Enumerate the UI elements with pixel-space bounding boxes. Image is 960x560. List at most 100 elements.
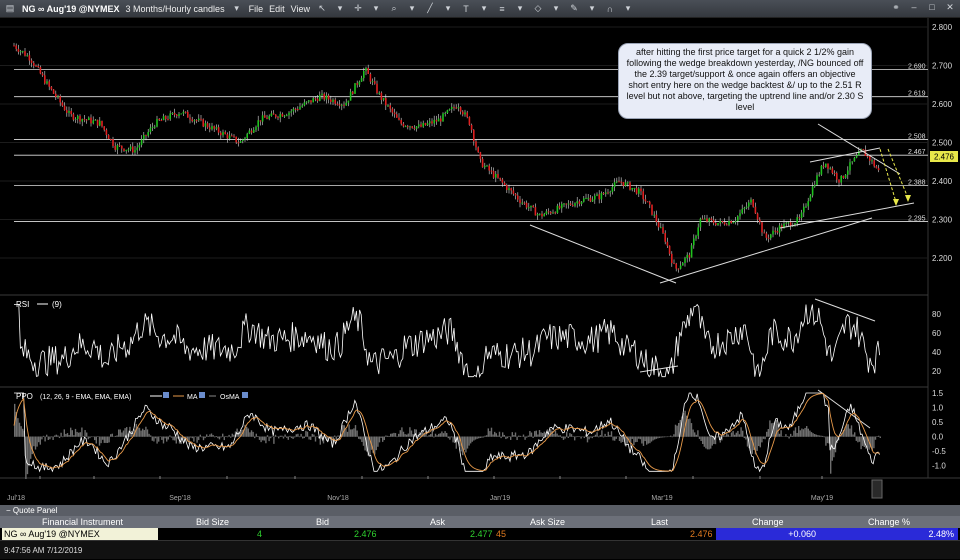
- osma-bar: [96, 437, 97, 444]
- col-ask[interactable]: Ask: [430, 516, 445, 528]
- osma-bar: [60, 433, 61, 437]
- candle-body: [722, 221, 724, 222]
- candle-body: [502, 179, 504, 182]
- chevron-down-icon[interactable]: ▾: [334, 3, 346, 14]
- candle-body: [620, 182, 622, 183]
- osma-bar: [252, 432, 253, 437]
- candle-body: [156, 119, 158, 127]
- osma-bar: [409, 427, 410, 437]
- osma-bar: [190, 437, 191, 438]
- candle-body: [246, 134, 248, 138]
- osma-bar: [446, 433, 447, 437]
- chevron-down-icon[interactable]: ▾: [514, 3, 526, 14]
- candle-body: [612, 187, 614, 192]
- candle-body: [40, 67, 42, 73]
- chevron-down-icon[interactable]: ▾: [478, 3, 490, 14]
- candle-body: [187, 112, 189, 118]
- osma-bar: [230, 437, 231, 438]
- candle-body: [207, 123, 209, 127]
- chevron-down-icon[interactable]: ▾: [586, 3, 598, 14]
- osma-bar: [763, 437, 764, 439]
- level-label: 2.388: [908, 180, 926, 187]
- candle-body: [524, 203, 526, 204]
- col-ask-size[interactable]: Ask Size: [530, 516, 565, 528]
- magnet-icon[interactable]: ∩: [604, 4, 616, 14]
- chevron-down-icon[interactable]: ▾: [406, 3, 418, 14]
- osma-bar: [288, 437, 289, 440]
- draw-icon[interactable]: ✎: [568, 3, 580, 14]
- osma-bar: [724, 436, 725, 437]
- chevron-down-icon[interactable]: ▾: [231, 3, 243, 14]
- maximize-icon[interactable]: □: [926, 2, 938, 13]
- chevron-down-icon[interactable]: ▾: [550, 3, 562, 14]
- candle-body: [392, 109, 394, 113]
- chevron-down-icon[interactable]: ▾: [622, 3, 634, 14]
- candle-body: [161, 120, 163, 121]
- col-bid-size[interactable]: Bid Size: [196, 516, 229, 528]
- osma-checkbox[interactable]: [242, 392, 248, 398]
- col-change[interactable]: Change: [752, 516, 784, 528]
- candle-body: [812, 186, 814, 195]
- candle-body: [301, 105, 303, 106]
- candle-body: [268, 116, 270, 119]
- osma-bar: [766, 432, 767, 437]
- status-timestamp: 9:47:56 AM 7/12/2019: [4, 546, 82, 555]
- candle-body: [609, 192, 611, 193]
- quote-row[interactable]: NG ∞ Aug'19 @NYMEX 4 2.476 2.477 45 2.47…: [0, 528, 960, 540]
- shape-icon[interactable]: ◇: [532, 3, 544, 14]
- osma-bar: [313, 435, 314, 437]
- pointer-icon[interactable]: ↖: [316, 3, 328, 14]
- osma-bar: [705, 437, 706, 449]
- chart-menu-icon[interactable]: ▤: [4, 3, 16, 14]
- osma-bar: [70, 428, 71, 437]
- row-change: +0.060: [716, 528, 860, 540]
- osma-bar: [254, 437, 255, 439]
- osma-bar: [732, 431, 733, 437]
- candle-body: [748, 202, 750, 206]
- osma-bar: [147, 429, 148, 436]
- osma-bar: [584, 437, 585, 439]
- fib-icon[interactable]: ≡: [496, 4, 508, 14]
- osma-bar: [488, 428, 489, 436]
- ppo-checkbox[interactable]: [163, 392, 169, 398]
- chevron-down-icon[interactable]: ▾: [442, 3, 454, 14]
- close-icon[interactable]: ✕: [944, 2, 956, 13]
- expand-icon[interactable]: −: [6, 506, 13, 515]
- candle-body: [383, 98, 385, 100]
- candle-body: [350, 92, 352, 101]
- row-instrument[interactable]: NG ∞ Aug'19 @NYMEX: [2, 528, 158, 540]
- menu-view[interactable]: View: [291, 4, 310, 14]
- minimize-icon[interactable]: –: [908, 2, 920, 13]
- zoom-icon[interactable]: ⌕: [388, 3, 400, 14]
- menu-edit[interactable]: Edit: [269, 4, 285, 14]
- timeframe-selector[interactable]: 3 Months/Hourly candles: [126, 4, 225, 14]
- link-icon[interactable]: ⚭: [890, 2, 902, 13]
- candle-body: [414, 128, 416, 129]
- candle-body: [843, 176, 845, 178]
- col-bid[interactable]: Bid: [316, 516, 329, 528]
- candle-body: [711, 218, 713, 219]
- col-last[interactable]: Last: [651, 516, 668, 528]
- osma-bar: [614, 437, 615, 441]
- symbol-label[interactable]: NG ∞ Aug'19 @NYMEX: [22, 4, 120, 14]
- candle-body: [821, 166, 823, 175]
- candle-body: [295, 109, 297, 110]
- candle-body: [873, 160, 875, 166]
- candle-body: [242, 140, 244, 141]
- text-tool-icon[interactable]: T: [460, 4, 472, 14]
- candle-body: [275, 115, 277, 117]
- overview-slider[interactable]: [872, 480, 882, 498]
- trendline-icon[interactable]: ╱: [424, 3, 436, 14]
- chevron-down-icon[interactable]: ▾: [370, 3, 382, 14]
- crosshair-icon[interactable]: ✛: [352, 3, 364, 14]
- osma-bar: [804, 428, 805, 437]
- osma-bar: [568, 437, 569, 439]
- col-instrument[interactable]: Financial Instrument: [42, 516, 123, 528]
- menu-file[interactable]: File: [249, 4, 264, 14]
- osma-bar: [435, 434, 436, 437]
- osma-bar: [48, 437, 49, 440]
- osma-bar: [788, 437, 789, 439]
- osma-bar: [808, 429, 809, 437]
- col-change-pct[interactable]: Change %: [868, 516, 910, 528]
- ma-checkbox[interactable]: [199, 392, 205, 398]
